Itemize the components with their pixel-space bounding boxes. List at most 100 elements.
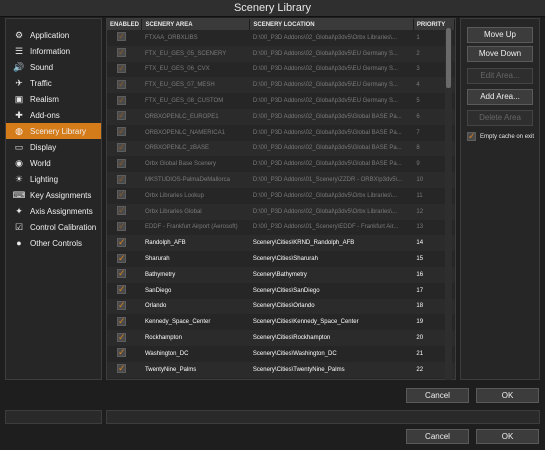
add-area-button[interactable]: Add Area... — [467, 89, 533, 105]
enabled-checkbox[interactable] — [117, 158, 126, 168]
move-down-button[interactable]: Move Down — [467, 46, 533, 62]
enabled-checkbox[interactable] — [117, 31, 126, 42]
column-header-enabled[interactable]: ENABLED — [107, 19, 143, 30]
table-row[interactable]: IwakuniScenery\Cities\Iwakuni23 — [107, 378, 455, 380]
enabled-checkbox[interactable] — [117, 79, 126, 89]
table-row[interactable]: ORBXOPENLC_NAMERICA1 D:\00_P3D Addons\02_… — [107, 125, 455, 141]
table-row[interactable]: FTX_EU_GES_05_SCENERYD:\00_P3D Addons\02… — [107, 45, 455, 62]
enabled-checkbox[interactable] — [117, 284, 126, 295]
sidebar-item-label: Traffic — [30, 78, 52, 88]
sidebar-item-label: Other Controls — [30, 238, 83, 248]
table-row[interactable]: Kennedy_Space_Center Scenery\Cities\Kenne… — [107, 314, 455, 330]
enabled-checkbox[interactable] — [117, 95, 126, 105]
sidebar-item-lighting[interactable]: ☀ Lighting — [6, 171, 101, 187]
scenery-area-cell: ORBXOPENLC_zBASE — [141, 140, 250, 157]
ok-button-lower[interactable]: OK — [476, 429, 539, 444]
table-row[interactable]: Orbx Libraries Lookup D:\00_P3D Addons\02… — [107, 188, 455, 204]
speaker-icon: 🔊 — [13, 61, 25, 72]
enabled-checkbox[interactable] — [117, 363, 126, 374]
sidebar-item-sound[interactable]: 🔊 Sound — [6, 59, 101, 75]
table-row[interactable]: Washington_DC Scenery\Cities\Washington_D… — [107, 346, 455, 362]
cancel-button-lower[interactable]: Cancel — [406, 429, 469, 444]
enabled-checkbox[interactable] — [117, 300, 126, 310]
enabled-cell — [107, 346, 142, 362]
sidebar-item-realism[interactable]: ▣ Realism — [6, 91, 101, 107]
empty-cache-label: Empty cache on exit — [480, 133, 535, 140]
window-title: Scenery Library — [0, 0, 545, 17]
table-row[interactable]: MKSTUDIOS-PalmaDeMallorcaD:\00_P3D Addon… — [107, 172, 455, 188]
sidebar-item-scenery-library[interactable]: ◍ Scenery Library — [6, 123, 101, 139]
scenery-area-cell: Washington_DC — [144, 350, 189, 357]
scenery-location-cell: D:\00_P3D Addons\02_Global\p3dv5\Global … — [252, 129, 402, 136]
enabled-cell — [107, 30, 142, 46]
table-row[interactable]: OrlandoScenery\Cities\Orlando18 — [107, 298, 455, 315]
scenery-area-cell: FTX_EU_GES_07_MESH — [141, 77, 250, 94]
table-row[interactable]: FTX_EU_GES_07_MESHD:\00_P3D Addons\02_Gl… — [107, 77, 455, 94]
table-scrollbar-thumb[interactable] — [446, 28, 451, 88]
enabled-checkbox[interactable] — [117, 253, 126, 263]
scenery-area-cell: Bathymetry — [141, 266, 250, 283]
sidebar-item-application[interactable]: ⚙ Application — [6, 27, 101, 43]
scenery-area-cell: Orbx Global Base Scenery — [144, 161, 216, 168]
enabled-checkbox[interactable] — [117, 189, 126, 200]
enabled-checkbox[interactable] — [117, 110, 126, 121]
sidebar-item-label: Key Assignments — [30, 190, 92, 200]
scenery-area-cell: FTXAA_ORBXLIBS — [144, 34, 198, 41]
enabled-checkbox[interactable] — [117, 126, 126, 137]
sidebar-item-control-calibration[interactable]: ☑ Control Calibration — [6, 219, 101, 235]
enabled-checkbox[interactable] — [117, 332, 126, 342]
table-row[interactable]: EDDF - Frankfurt Airport (Aerosoft) D:\00… — [107, 220, 455, 236]
enabled-checkbox[interactable] — [117, 221, 126, 231]
status-strip-left — [5, 410, 102, 424]
empty-cache-checkbox[interactable] — [467, 131, 476, 141]
cancel-button[interactable]: Cancel — [406, 388, 469, 403]
ok-button[interactable]: OK — [476, 388, 539, 403]
sidebar-item-axis-assignments[interactable]: ✦ Axis Assignments — [6, 203, 101, 219]
enabled-checkbox[interactable] — [117, 347, 126, 358]
sidebar-item-traffic[interactable]: ✈ Traffic — [6, 75, 101, 91]
enabled-checkbox[interactable] — [117, 142, 126, 152]
table-row[interactable]: Randolph_AFBScenery\Cities\KRND_Randolph… — [107, 235, 455, 252]
realism-icon: ▣ — [14, 93, 24, 104]
empty-cache-option[interactable]: Empty cache on exit — [467, 131, 535, 141]
table-row[interactable]: FTXAA_ORBXLIBS D:\00_P3D Addons\02_Global… — [107, 30, 455, 46]
sidebar-item-other-controls[interactable]: ● Other Controls — [6, 235, 101, 251]
table-row[interactable]: BathymetryScenery\Bathymetry16 — [107, 266, 455, 283]
enabled-cell — [107, 188, 142, 204]
table-row[interactable]: FTX_EU_GES_06_CVX D:\00_P3D Addons\02_Glo… — [107, 62, 455, 78]
sidebar-item-world[interactable]: ◉ World — [6, 155, 101, 171]
table-row[interactable]: Orbx Global Base Scenery D:\00_P3D Addons… — [107, 156, 455, 172]
scenery-location-cell: D:\00_P3D Addons\02_Global\p3dv5\Orbx Li… — [252, 34, 397, 41]
scenery-location-cell: Scenery\Cities\Rockhampton — [249, 330, 414, 346]
enabled-checkbox[interactable] — [117, 205, 126, 216]
enabled-checkbox[interactable] — [117, 316, 126, 326]
table-row[interactable]: Orbx Libraries GlobalD:\00_P3D Addons\02… — [107, 203, 455, 220]
column-header-scenery-location[interactable]: SCENERY LOCATION — [249, 19, 414, 30]
table-row[interactable]: RockhamptonScenery\Cities\Rockhampton20 — [107, 330, 455, 346]
sidebar-item-label: Realism — [30, 94, 59, 104]
scenery-area-cell: Sharurah — [144, 256, 170, 263]
lightbulb-icon: ☀ — [14, 173, 24, 184]
table-row[interactable]: TwentyNine_PalmsScenery\Cities\TwentyNin… — [107, 361, 455, 378]
delete-area-button[interactable]: Delete Area — [467, 110, 533, 126]
enabled-cell — [107, 314, 142, 330]
table-row[interactable]: ORBXOPENLC_EUROPE1D:\00_P3D Addons\02_Gl… — [107, 108, 455, 125]
enabled-checkbox[interactable] — [117, 174, 126, 184]
enabled-checkbox[interactable] — [117, 63, 126, 73]
move-up-button[interactable]: Move Up — [467, 27, 533, 43]
sidebar-item-information[interactable]: ☰ Information — [6, 43, 101, 59]
table-row[interactable]: FTX_EU_GES_08_CUSTOM D:\00_P3D Addons\02_… — [107, 93, 455, 109]
scenery-location-cell: D:\00_P3D Addons\01_Scenery\EDDF - Frank… — [252, 224, 399, 231]
sidebar-item-display[interactable]: ▭ Display — [6, 139, 101, 155]
column-header-scenery-area[interactable]: SCENERY AREA — [141, 19, 251, 30]
sidebar-item-key-assignments[interactable]: ⌨ Key Assignments — [6, 187, 101, 203]
table-row[interactable]: SanDiegoScenery\Cities\SanDiego17 — [107, 283, 455, 299]
table-row[interactable]: ORBXOPENLC_zBASED:\00_P3D Addons\02_Glob… — [107, 140, 455, 157]
enabled-checkbox[interactable] — [117, 237, 126, 247]
sidebar-item-add-ons[interactable]: ✚ Add-ons — [6, 107, 101, 123]
table-row[interactable]: SharurahScenery\Cities\Sharurah15 — [107, 251, 455, 267]
edit-area-button[interactable]: Edit Area... — [467, 68, 533, 84]
enabled-checkbox[interactable] — [117, 268, 126, 279]
enabled-checkbox[interactable] — [117, 47, 126, 58]
scenery-location-cell: Scenery\Cities\SanDiego — [252, 287, 320, 294]
